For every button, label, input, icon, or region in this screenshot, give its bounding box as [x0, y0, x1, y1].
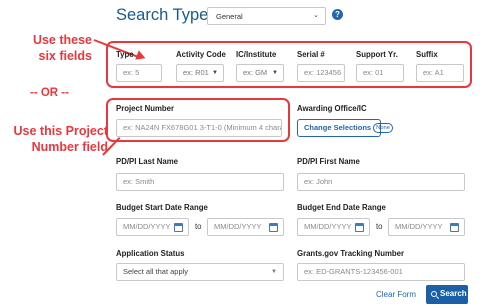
budget-end-to-text: to: [376, 222, 383, 231]
search-type-select[interactable]: General ⌄: [207, 7, 326, 25]
ic-institute-label: IC/Institute: [236, 50, 277, 59]
annotation-or: -- OR --: [30, 87, 69, 99]
page-title: Search Type:: [116, 6, 213, 24]
budget-end-label: Budget End Date Range: [297, 203, 386, 212]
grants-gov-label: Grants.gov Tracking Number: [297, 249, 405, 258]
none-badge: None: [373, 123, 393, 133]
calendar-icon[interactable]: [269, 223, 278, 232]
budget-end-to-input[interactable]: MM/DD/YYYY: [388, 218, 465, 236]
caret-down-icon: ▼: [271, 269, 277, 275]
type-input[interactable]: ex: 5: [116, 64, 162, 82]
activity-code-select[interactable]: ex: R01 ▼: [176, 64, 224, 82]
annotation-number-field: Number field: [31, 140, 108, 154]
chevron-down-icon: ⌄: [313, 12, 319, 19]
budget-start-to-input[interactable]: MM/DD/YYYY: [207, 218, 284, 236]
budget-end-from-input[interactable]: MM/DD/YYYY: [297, 218, 370, 236]
annotation-use-these: Use these: [32, 33, 92, 47]
search-icon: [431, 291, 437, 297]
suffix-label: Suffix: [416, 50, 438, 59]
caret-down-icon: ▼: [212, 70, 218, 76]
calendar-icon[interactable]: [174, 223, 183, 232]
serial-label: Serial #: [297, 50, 325, 59]
budget-start-to-placeholder: MM/DD/YYYY: [214, 222, 262, 231]
activity-code-value: ex: R01: [183, 68, 209, 77]
serial-input[interactable]: ex: 123456: [297, 64, 345, 82]
application-status-label: Application Status: [116, 249, 185, 258]
activity-code-label: Activity Code: [176, 50, 226, 59]
grants-gov-input[interactable]: ex: ED-GRANTS-123456-001: [297, 263, 465, 281]
search-type-value: General: [216, 12, 243, 21]
pi-first-name-label: PD/PI First Name: [297, 157, 360, 166]
budget-end-to-placeholder: MM/DD/YYYY: [395, 222, 443, 231]
type-label: Type: [116, 50, 134, 59]
budget-start-to-text: to: [195, 222, 202, 231]
awarding-office-label: Awarding Office/IC: [297, 104, 367, 113]
clear-form-link[interactable]: Clear Form: [376, 290, 416, 299]
budget-start-from-input[interactable]: MM/DD/YYYY: [116, 218, 189, 236]
calendar-icon[interactable]: [355, 223, 364, 232]
budget-end-from-placeholder: MM/DD/YYYY: [304, 222, 352, 231]
application-status-value: Select all that apply: [123, 267, 189, 276]
annotation-use-project: Use this Project: [13, 124, 108, 138]
support-yr-label: Support Yr.: [356, 50, 398, 59]
change-selections-label: Change Selections: [304, 123, 372, 132]
pi-last-name-label: PD/PI Last Name: [116, 157, 178, 166]
budget-start-label: Budget Start Date Range: [116, 203, 208, 212]
project-number-label: Project Number: [116, 104, 175, 113]
support-yr-input[interactable]: ex: 01: [356, 64, 404, 82]
pi-last-name-input[interactable]: ex: Smith: [116, 173, 284, 191]
search-button-label: Search: [440, 289, 467, 298]
search-button[interactable]: Search: [426, 285, 468, 304]
ic-institute-select[interactable]: ex: GM ▼: [236, 64, 284, 82]
calendar-icon[interactable]: [450, 223, 459, 232]
application-status-select[interactable]: Select all that apply ▼: [116, 263, 284, 281]
help-icon[interactable]: ?: [332, 9, 343, 20]
change-selections-button[interactable]: Change Selections None: [297, 119, 393, 137]
caret-down-icon: ▼: [272, 70, 278, 76]
suffix-input[interactable]: ex: A1: [416, 64, 464, 82]
pi-first-name-input[interactable]: ex: John: [297, 173, 465, 191]
project-number-input[interactable]: ex: NA24N FX678G01 3-T1-0 (Minimum 4 cha…: [116, 119, 282, 137]
budget-start-from-placeholder: MM/DD/YYYY: [123, 222, 171, 231]
ic-institute-value: ex: GM: [243, 68, 268, 77]
annotation-six-fields: six fields: [38, 49, 93, 63]
